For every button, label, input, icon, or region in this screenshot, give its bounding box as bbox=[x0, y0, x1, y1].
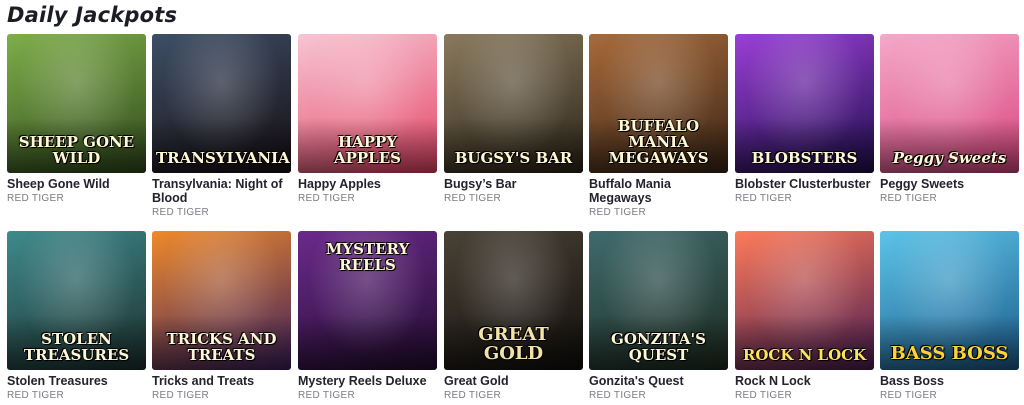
game-name[interactable]: Peggy Sweets bbox=[880, 177, 1019, 191]
thumbnail-title: MYSTERY REELS bbox=[325, 240, 410, 274]
game-thumbnail[interactable]: HAPPY APPLES bbox=[298, 34, 437, 173]
game-thumbnail[interactable]: TRANSYLVANIA bbox=[152, 34, 291, 173]
game-provider: RED TIGER bbox=[7, 390, 64, 401]
game-thumbnail[interactable]: SHEEP GONE WILD bbox=[7, 34, 146, 173]
game-provider: RED TIGER bbox=[880, 193, 937, 204]
game-provider: RED TIGER bbox=[589, 390, 646, 401]
game-thumbnail[interactable]: Peggy Sweets bbox=[880, 34, 1019, 173]
game-card[interactable]: ROCK N LOCK Rock N Lock RED TIGER bbox=[735, 231, 874, 401]
thumbnail-title: Peggy Sweets bbox=[892, 149, 1007, 167]
game-name[interactable]: Buffalo Mania Megaways bbox=[589, 177, 728, 205]
game-name[interactable]: Tricks and Treats bbox=[152, 374, 291, 388]
game-name[interactable]: Sheep Gone Wild bbox=[7, 177, 146, 191]
game-provider: RED TIGER bbox=[152, 207, 209, 218]
game-name[interactable]: Gonzita's Quest bbox=[589, 374, 728, 388]
game-thumbnail[interactable]: ROCK N LOCK bbox=[735, 231, 874, 370]
thumbnail-title: HAPPY APPLES bbox=[333, 133, 401, 167]
thumbnail-title: BUFFALO MANIA MEGAWAYS bbox=[608, 117, 709, 167]
game-name[interactable]: Mystery Reels Deluxe bbox=[298, 374, 437, 388]
game-card[interactable]: STOLEN TREASURES Stolen Treasures RED TI… bbox=[7, 231, 146, 401]
game-name[interactable]: Transylvania: Night of Blood bbox=[152, 177, 291, 205]
thumbnail-title: GREAT GOLD bbox=[478, 324, 549, 364]
game-card[interactable]: SHEEP GONE WILD Sheep Gone Wild RED TIGE… bbox=[7, 34, 146, 204]
game-thumbnail[interactable]: BASS BOSS bbox=[880, 231, 1019, 370]
game-thumbnail[interactable]: STOLEN TREASURES bbox=[7, 231, 146, 370]
game-card[interactable]: GONZITA'S QUEST Gonzita's Quest RED TIGE… bbox=[589, 231, 728, 401]
game-provider: RED TIGER bbox=[444, 390, 501, 401]
game-name[interactable]: Happy Apples bbox=[298, 177, 437, 191]
game-thumbnail[interactable]: TRICKS and TREATS bbox=[152, 231, 291, 370]
game-card[interactable]: HAPPY APPLES Happy Apples RED TIGER bbox=[298, 34, 437, 204]
game-name[interactable]: Bass Boss bbox=[880, 374, 1019, 388]
thumbnail-title: BLOBSTERS bbox=[751, 149, 858, 167]
game-card[interactable]: TRICKS and TREATS Tricks and Treats RED … bbox=[152, 231, 291, 401]
thumbnail-title: TRANSYLVANIA bbox=[156, 149, 290, 167]
game-name[interactable]: Rock N Lock bbox=[735, 374, 874, 388]
game-card[interactable]: BUFFALO MANIA MEGAWAYS Buffalo Mania Meg… bbox=[589, 34, 728, 218]
game-card[interactable]: TRANSYLVANIA Transylvania: Night of Bloo… bbox=[152, 34, 291, 218]
game-provider: RED TIGER bbox=[589, 207, 646, 218]
game-name[interactable]: Bugsy’s Bar bbox=[444, 177, 583, 191]
game-provider: RED TIGER bbox=[735, 390, 792, 401]
game-provider: RED TIGER bbox=[880, 390, 937, 401]
game-card[interactable]: BLOBSTERS Blobster Clusterbuster RED TIG… bbox=[735, 34, 874, 204]
thumbnail-title: BUGSY'S BAR bbox=[454, 149, 573, 167]
game-card[interactable]: MYSTERY REELS Mystery Reels Deluxe RED T… bbox=[298, 231, 437, 401]
game-provider: RED TIGER bbox=[298, 193, 355, 204]
game-thumbnail[interactable]: MYSTERY REELS bbox=[298, 231, 437, 370]
game-card[interactable]: BASS BOSS Bass Boss RED TIGER bbox=[880, 231, 1019, 401]
game-thumbnail[interactable]: BUGSY'S BAR bbox=[444, 34, 583, 173]
game-card[interactable]: GREAT GOLD Great Gold RED TIGER bbox=[444, 231, 583, 401]
game-name[interactable]: Stolen Treasures bbox=[7, 374, 146, 388]
thumbnail-title: TRICKS and TREATS bbox=[166, 330, 277, 364]
game-name[interactable]: Blobster Clusterbuster bbox=[735, 177, 874, 191]
game-card[interactable]: Peggy Sweets Peggy Sweets RED TIGER bbox=[880, 34, 1019, 204]
thumbnail-title: ROCK N LOCK bbox=[742, 346, 867, 364]
game-provider: RED TIGER bbox=[444, 193, 501, 204]
thumbnail-title: BASS BOSS bbox=[890, 343, 1009, 364]
thumbnail-title: GONZITA'S QUEST bbox=[611, 330, 706, 364]
game-provider: RED TIGER bbox=[7, 193, 64, 204]
game-thumbnail[interactable]: BUFFALO MANIA MEGAWAYS bbox=[589, 34, 728, 173]
game-provider: RED TIGER bbox=[298, 390, 355, 401]
game-grid: SHEEP GONE WILD Sheep Gone Wild RED TIGE… bbox=[0, 0, 1024, 405]
game-name[interactable]: Great Gold bbox=[444, 374, 583, 388]
game-provider: RED TIGER bbox=[152, 390, 209, 401]
game-thumbnail[interactable]: GONZITA'S QUEST bbox=[589, 231, 728, 370]
thumbnail-title: STOLEN TREASURES bbox=[23, 330, 130, 364]
thumbnail-title: SHEEP GONE WILD bbox=[18, 133, 135, 167]
game-thumbnail[interactable]: BLOBSTERS bbox=[735, 34, 874, 173]
game-provider: RED TIGER bbox=[735, 193, 792, 204]
game-thumbnail[interactable]: GREAT GOLD bbox=[444, 231, 583, 370]
game-card[interactable]: BUGSY'S BAR Bugsy’s Bar RED TIGER bbox=[444, 34, 583, 204]
